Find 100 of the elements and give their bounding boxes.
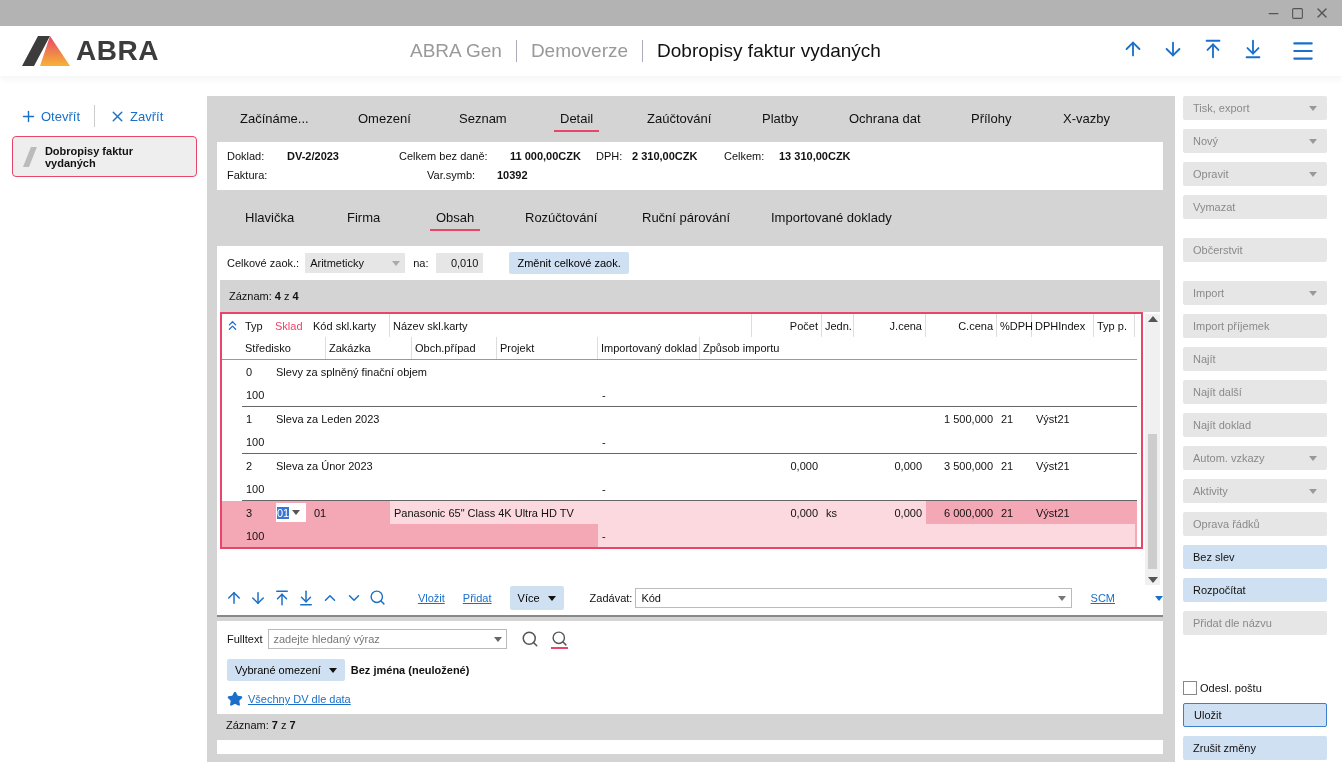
arrow-to-bottom-icon[interactable] — [297, 589, 315, 607]
table-cell-text: 1 500,000 — [943, 411, 994, 427]
rounding-select[interactable]: Aritmeticky — [305, 253, 406, 273]
column-header[interactable]: Způsob importu — [700, 337, 1135, 359]
table-cell-text: 2 — [245, 458, 254, 474]
fulltext-label: Fulltext — [227, 633, 263, 645]
column-header[interactable]: Sklad — [272, 314, 310, 337]
checkbox[interactable] — [1183, 681, 1197, 695]
tab[interactable]: Importované doklady — [765, 205, 898, 231]
tab[interactable]: Seznam — [453, 106, 513, 132]
tab[interactable]: Firma — [341, 205, 387, 231]
caret-icon[interactable] — [1155, 595, 1163, 601]
window-title: Dobropisy faktur vydaných — [657, 40, 881, 62]
field-label: DPH: — [596, 150, 624, 162]
table-cell-text: 0 — [245, 364, 254, 380]
tab[interactable]: Omezení — [352, 106, 417, 132]
field-label: Doklad: — [227, 150, 266, 162]
table-row[interactable]: 3 01 01 Panasonic 65" Class 4K Ultra HD TV 0,000 ks 0,000 6 000,000 21 Výst21 100 - — [222, 501, 1137, 547]
table-cell-text: 0,000 — [893, 458, 923, 474]
link[interactable]: Vložit — [417, 592, 445, 604]
input-mode-label: Zadávat: — [589, 592, 633, 604]
scrollbar[interactable] — [1145, 314, 1160, 585]
scm-link[interactable]: SCM — [1090, 592, 1115, 604]
record-counter: Záznam: 4 z 4 — [220, 280, 1160, 312]
restriction-name: Bez jména (neuložené) — [350, 664, 470, 676]
field-label: Celkem bez daně: — [399, 150, 489, 162]
tab[interactable]: X-vazby — [1057, 106, 1116, 132]
search-icon[interactable] — [369, 589, 386, 607]
table-cell-text: - — [601, 434, 607, 450]
close-button[interactable]: Zavřít — [109, 107, 164, 125]
table-cell-text: Sleva za Únor 2023 — [275, 458, 374, 474]
action-button[interactable]: Zrušit změny — [1183, 736, 1327, 760]
restriction-select[interactable]: Vybrané omezení — [227, 659, 345, 681]
tab[interactable]: Začínáme... — [234, 106, 315, 132]
table-cell-text: Výst21 — [1035, 411, 1071, 427]
table-cell: 0,000 — [752, 501, 822, 524]
table-cell-text: 1 — [245, 411, 254, 427]
table-cell-text: 0,000 — [789, 458, 819, 474]
search-icon[interactable] — [521, 630, 540, 648]
warehouse-select[interactable]: 01 — [276, 503, 306, 522]
table-cell-text: - — [601, 481, 607, 497]
table-cell-text: Výst21 — [1035, 458, 1071, 474]
table-cell-text: Sleva za Leden 2023 — [275, 411, 381, 427]
field-value: 13 310,00CZK — [779, 150, 852, 162]
table-cell: 0,000 — [854, 501, 926, 524]
column-header[interactable]: Obch.případ — [412, 337, 497, 359]
tab[interactable]: Rozúčtování — [519, 205, 604, 231]
field-label: Faktura: — [227, 169, 269, 181]
table-cell-text: 100 — [245, 434, 266, 450]
maximize-icon[interactable] — [1291, 6, 1304, 20]
sidebar-item[interactable]: Dobropisy faktur vydaných — [12, 136, 197, 177]
table-cell-text: 3 — [245, 505, 254, 521]
table-cell-text: 100 — [245, 387, 266, 403]
open-button[interactable]: Otevřít — [20, 107, 80, 125]
tab[interactable]: Detail — [554, 106, 600, 132]
tab[interactable]: Ruční párování — [636, 205, 737, 231]
change-rounding-button[interactable]: Změnit celkové zaok. — [509, 252, 629, 274]
tab[interactable]: Přílohy — [965, 106, 1018, 132]
table-cell-text: 100 — [245, 481, 266, 497]
table-cell-text: 21 — [1000, 458, 1015, 474]
column-header[interactable]: Projekt — [497, 337, 598, 359]
precision-label: na: — [413, 257, 429, 269]
column-header[interactable]: Importovaný doklad — [598, 337, 700, 359]
link[interactable]: Přidat — [462, 592, 492, 604]
logo-icon — [22, 36, 70, 66]
arrow-down-icon[interactable] — [249, 589, 267, 607]
tab[interactable]: Zaúčtování — [641, 106, 718, 132]
rounding-label: Celkové zaok.: — [227, 257, 300, 269]
field-value: 2 310,00CZK — [632, 150, 699, 162]
action-button[interactable]: Bez slev — [1183, 545, 1327, 569]
tab[interactable]: Obsah — [430, 205, 481, 231]
action-button[interactable]: Uložit — [1183, 703, 1327, 727]
precision-field[interactable]: 0,010 — [436, 253, 484, 273]
more-button[interactable]: Více — [509, 586, 564, 610]
table-cell-text: Slevy za splněný finační objem — [275, 364, 429, 380]
input-mode-select[interactable]: Kód — [635, 588, 1072, 608]
action-button[interactable]: Rozpočítat — [1183, 578, 1327, 602]
tab[interactable]: Hlavička — [239, 205, 301, 231]
table-cell: Panasonic 65" Class 4K Ultra HD TV — [390, 501, 752, 524]
favorite-link[interactable]: Všechny DV dle data — [248, 693, 351, 705]
search-clear-icon[interactable] — [551, 629, 569, 649]
field-label: Var.symb: — [427, 169, 477, 181]
table-cell-text: - — [601, 387, 607, 403]
field-value: DV-2/2023 — [287, 150, 340, 162]
tab[interactable]: Platby — [756, 106, 805, 132]
column-header[interactable]: Typ — [242, 314, 272, 337]
table-cell: ks — [822, 501, 854, 524]
arrow-to-top-icon[interactable] — [273, 589, 291, 607]
column-header[interactable]: Středisko — [242, 337, 326, 359]
field-label: Celkem: — [724, 150, 766, 162]
fulltext-field[interactable]: zadejte hledaný výraz — [268, 629, 508, 649]
logo-text: ABRA — [76, 35, 159, 67]
tab[interactable]: Ochrana dat — [843, 106, 927, 132]
table-cell-text: 100 — [245, 528, 266, 544]
table-cell-text: 21 — [1000, 411, 1015, 427]
star-icon — [227, 691, 243, 707]
table-cell-text: 21 — [1000, 505, 1015, 521]
column-header[interactable]: Zakázka — [326, 337, 412, 359]
field-value: 11 000,00CZK — [510, 150, 582, 162]
table-cell: - — [598, 524, 700, 547]
